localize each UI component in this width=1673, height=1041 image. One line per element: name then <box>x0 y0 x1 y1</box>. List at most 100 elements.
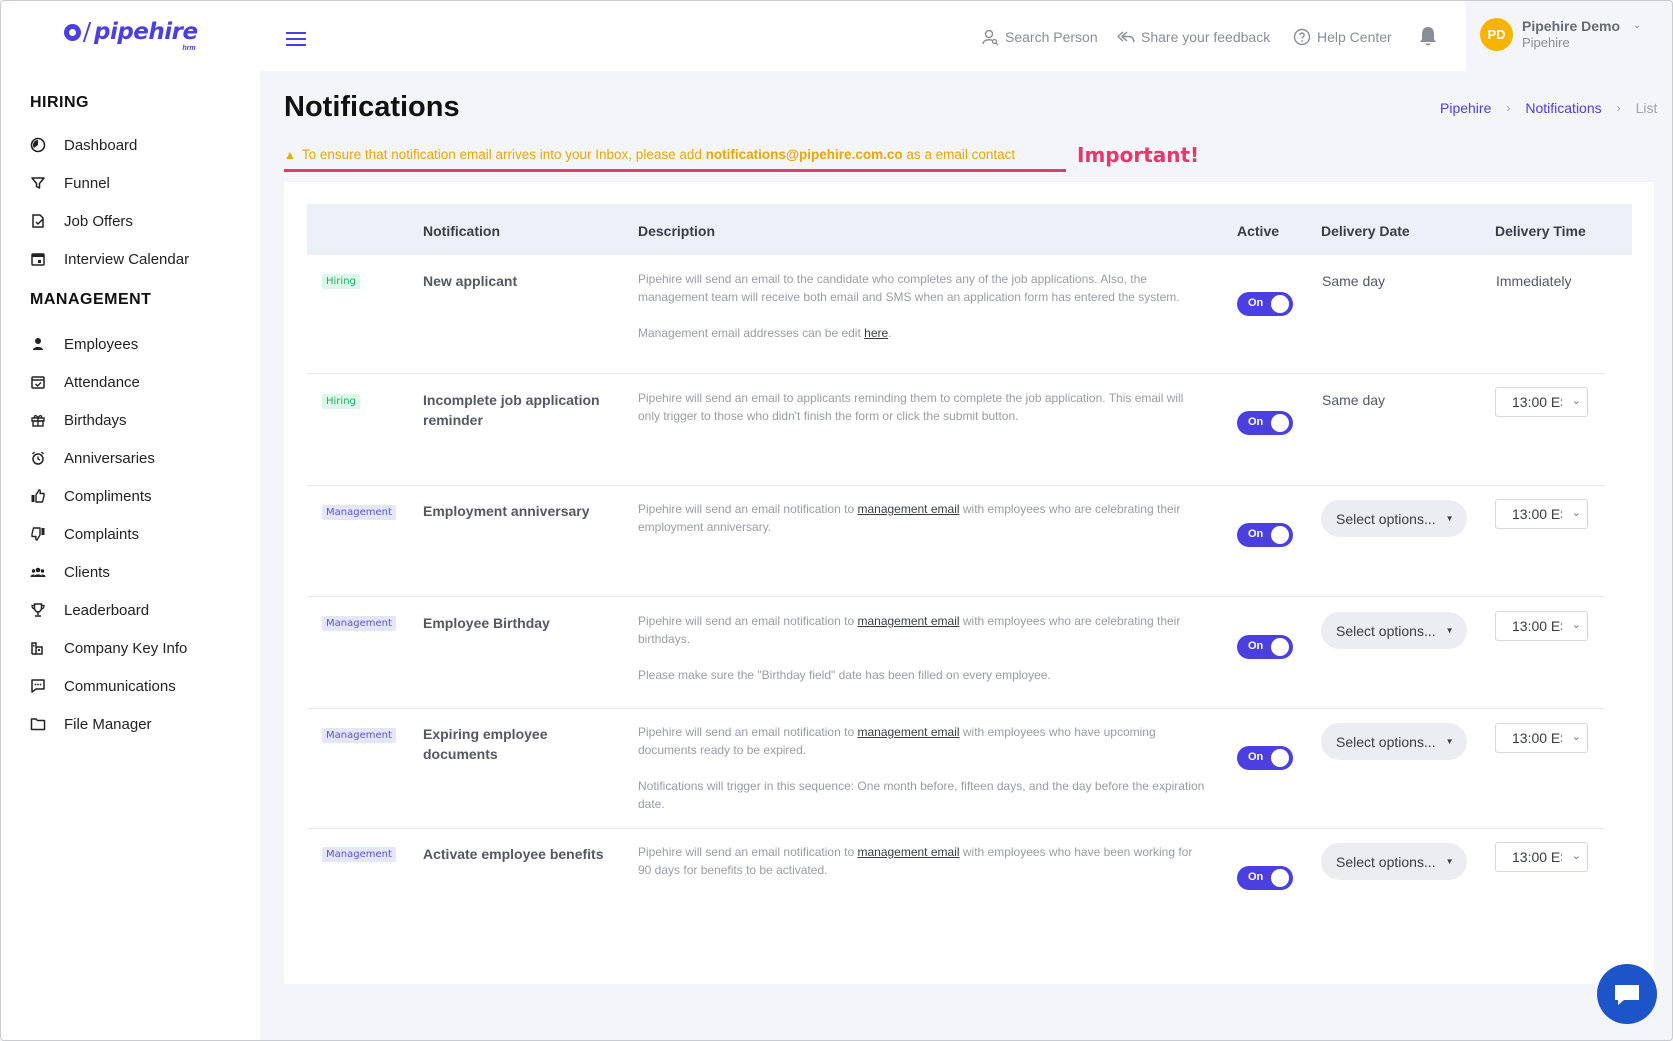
chevron-down-icon: ⌄ <box>1633 20 1642 31</box>
sidebar-item-birthdays[interactable]: Birthdays <box>30 408 127 432</box>
management-tag: Management <box>322 505 396 520</box>
thumbs-down-icon <box>30 526 46 542</box>
page-title: Notifications <box>284 91 460 123</box>
delivery-date-select[interactable]: Select options... ▼ <box>1321 723 1467 760</box>
breadcrumb-pipehire[interactable]: Pipehire <box>1440 100 1491 116</box>
management-email-link[interactable]: management email <box>857 502 959 516</box>
breadcrumb-list: List <box>1635 100 1658 116</box>
help-center-link[interactable]: Help Center <box>1293 28 1392 46</box>
sidebar-item-label: Attendance <box>64 373 140 391</box>
delivery-date-select[interactable]: Select options... ▼ <box>1321 612 1467 649</box>
sidebar-item-label: Compliments <box>64 487 152 505</box>
delivery-date: Same day <box>1322 273 1386 289</box>
notifications-bell-icon[interactable] <box>1418 25 1438 47</box>
sidebar-item-file-manager[interactable]: File Manager <box>30 712 152 736</box>
management-tag: Management <box>322 616 396 631</box>
management-email-link[interactable]: management email <box>857 614 959 628</box>
delivery-time-select[interactable]: 13:00 EST⌄ <box>1495 723 1588 753</box>
sidebar-item-complaints[interactable]: Complaints <box>30 522 139 546</box>
delivery-date-select[interactable]: Select options... ▼ <box>1321 500 1467 537</box>
management-email-link[interactable]: management email <box>857 845 959 859</box>
sidebar-item-label: Interview Calendar <box>64 250 190 268</box>
notification-description: Pipehire will send an email notification… <box>638 845 1193 877</box>
search-person-link[interactable]: Search Person <box>981 28 1098 46</box>
funnel-icon <box>30 175 46 191</box>
important-label: Important! <box>1077 143 1200 167</box>
header-active: Active <box>1237 223 1280 239</box>
sidebar-item-attendance[interactable]: Attendance <box>30 370 140 394</box>
hamburger-menu-icon[interactable] <box>286 32 306 47</box>
active-toggle[interactable]: On <box>1237 523 1293 547</box>
sidebar-item-label: Clients <box>64 563 110 581</box>
sidebar-item-employees[interactable]: Employees <box>30 332 138 356</box>
share-feedback-link[interactable]: Share your feedback <box>1117 28 1270 46</box>
logo-sub: hrm <box>182 45 196 52</box>
sidebar-item-interview-calendar[interactable]: Interview Calendar <box>30 247 189 271</box>
management-email-link[interactable]: management email <box>857 725 959 739</box>
table-header: Notification Description Active Delivery… <box>307 204 1632 255</box>
logo-text: pipehire <box>94 19 198 45</box>
pipehire-logo[interactable]: pipehire hrm <box>64 19 198 52</box>
sidebar-item-job-offers[interactable]: Job Offers <box>30 209 133 233</box>
sidebar-item-label: Communications <box>64 677 176 695</box>
sidebar-item-label: Birthdays <box>64 411 127 429</box>
delivery-date-select[interactable]: Select options... ▼ <box>1321 843 1467 880</box>
group-icon <box>30 564 46 580</box>
active-toggle[interactable]: On <box>1237 411 1293 435</box>
caret-down-icon: ▼ <box>1445 626 1454 635</box>
notification-name: Employee Birthday <box>423 615 550 631</box>
sidebar-item-compliments[interactable]: Compliments <box>30 484 152 508</box>
sidebar-item-label: Job Offers <box>64 212 133 230</box>
dashboard-icon <box>30 137 46 153</box>
sidebar-item-label: Leaderboard <box>64 601 150 619</box>
delivery-date: Same day <box>1322 392 1386 408</box>
section-title-hiring: HIRING <box>30 94 89 111</box>
person-icon <box>30 336 46 352</box>
delivery-time-select[interactable]: 13:00 EST⌄ <box>1495 842 1588 872</box>
chat-launcher-button[interactable] <box>1597 964 1657 1024</box>
sidebar-item-communications[interactable]: Communications <box>30 674 176 698</box>
breadcrumb-notifications[interactable]: Notifications <box>1525 100 1601 116</box>
chevron-down-icon: ⌄ <box>1571 731 1581 743</box>
calendar-icon <box>30 251 46 267</box>
delivery-time-select[interactable]: 13:00 EST⌄ <box>1495 387 1588 417</box>
notification-name: New applicant <box>423 273 518 289</box>
active-toggle[interactable]: On <box>1237 292 1293 316</box>
help-circle-icon <box>1293 28 1311 46</box>
active-toggle[interactable]: On <box>1237 866 1293 890</box>
management-tag: Management <box>322 847 396 862</box>
sidebar-item-clients[interactable]: Clients <box>30 560 110 584</box>
notification-description: Pipehire will send an email notification… <box>638 725 1205 811</box>
gift-icon <box>30 412 46 428</box>
warning-icon: ▲ <box>284 147 296 162</box>
sidebar-item-label: Funnel <box>64 174 110 192</box>
search-person-icon <box>982 29 999 46</box>
sidebar-item-company-key-info[interactable]: Company Key Info <box>30 636 187 660</box>
hiring-tag: Hiring <box>322 274 360 289</box>
edit-emails-link[interactable]: here <box>864 326 888 340</box>
user-menu[interactable]: PD Pipehire Demo Pipehire ⌄ <box>1466 1 1672 71</box>
delivery-time-select[interactable]: 13:00 EST⌄ <box>1495 499 1588 529</box>
notice-email: notifications@pipehire.com.co <box>705 147 903 162</box>
notifications-table-card: Notification Description Active Delivery… <box>284 182 1654 984</box>
logo-mark-icon <box>64 23 81 41</box>
folder-icon <box>30 716 46 732</box>
sidebar-item-anniversaries[interactable]: Anniversaries <box>30 446 155 470</box>
sidebar-item-label: Employees <box>64 335 139 353</box>
calendar-check-icon <box>30 374 46 390</box>
chevron-right-icon: › <box>1616 101 1621 115</box>
job-offers-icon <box>30 213 46 229</box>
sidebar-item-funnel[interactable]: Funnel <box>30 171 110 195</box>
hiring-tag: Hiring <box>322 394 360 409</box>
delivery-time-select[interactable]: 13:00 EST⌄ <box>1495 611 1588 641</box>
active-toggle[interactable]: On <box>1237 635 1293 659</box>
sidebar-item-leaderboard[interactable]: Leaderboard <box>30 598 149 622</box>
delivery-time: Immediately <box>1496 273 1572 289</box>
notification-description: Pipehire will send an email notification… <box>638 614 1181 682</box>
sidebar-item-label: File Manager <box>64 715 152 733</box>
alarm-clock-icon <box>30 450 46 466</box>
sidebar-item-dashboard[interactable]: Dashboard <box>30 133 137 157</box>
sidebar-item-label: Complaints <box>64 525 140 543</box>
active-toggle[interactable]: On <box>1237 746 1293 770</box>
notification-name: Incomplete job application reminder <box>423 392 600 428</box>
